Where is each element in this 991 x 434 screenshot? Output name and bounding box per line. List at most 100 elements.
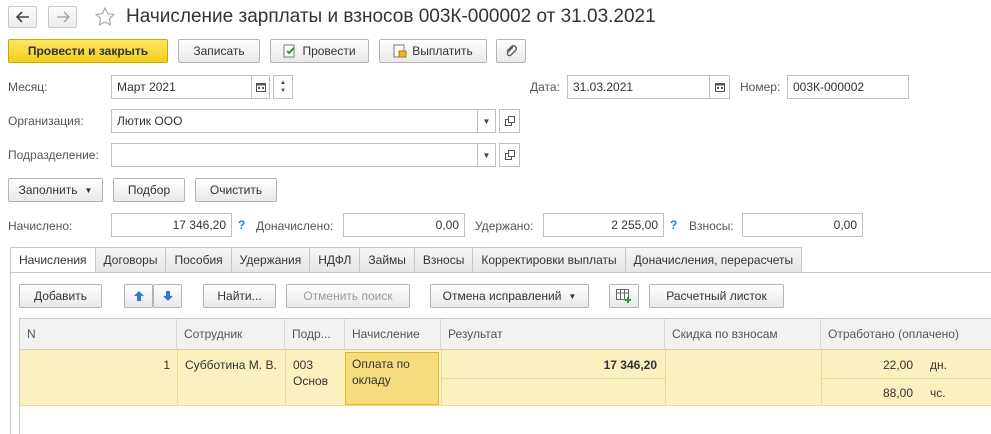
- date-calendar-button[interactable]: [709, 75, 730, 99]
- chevron-down-icon: ▼: [84, 185, 93, 195]
- chevron-down-icon: ▼: [568, 291, 577, 301]
- month-label: Месяц:: [8, 80, 48, 94]
- save-button[interactable]: Записать: [178, 39, 260, 63]
- cancel-search-button[interactable]: Отменить поиск: [286, 284, 410, 308]
- add-row-button[interactable]: Добавить: [19, 284, 102, 308]
- stepper-down-icon[interactable]: ▼: [280, 87, 286, 95]
- clear-button[interactable]: Очистить: [195, 178, 277, 202]
- cell-n[interactable]: 1: [20, 357, 170, 373]
- arrow-left-icon: [15, 11, 29, 23]
- pay-button-label: Выплатить: [412, 44, 473, 58]
- month-field[interactable]: Март 2021: [111, 75, 252, 99]
- payslip-button[interactable]: Расчетный листок: [649, 284, 784, 308]
- withheld-field[interactable]: 2 255,00: [543, 213, 664, 237]
- additional-label: Доначислено:: [256, 219, 334, 233]
- cell-days-unit: дн.: [930, 358, 947, 372]
- accrued-help-icon[interactable]: ?: [238, 218, 245, 232]
- column-header-department[interactable]: Подр...: [285, 319, 345, 350]
- row-divider: [821, 378, 991, 379]
- column-header-worked[interactable]: Отработано (оплачено): [821, 319, 991, 350]
- table-edit-icon: [616, 289, 631, 303]
- organization-label: Организация:: [8, 114, 84, 128]
- arrow-up-icon: [133, 291, 144, 301]
- calendar-icon: [255, 83, 266, 92]
- cell-result[interactable]: 17 346,20: [441, 357, 657, 373]
- accrued-field[interactable]: 17 346,20: [111, 213, 232, 237]
- open-window-icon: [504, 150, 515, 160]
- post-button[interactable]: Провести: [270, 39, 369, 63]
- move-down-button[interactable]: [153, 284, 182, 308]
- tab-contracts[interactable]: Договоры: [95, 247, 167, 273]
- select-button[interactable]: Подбор: [113, 178, 185, 202]
- chevron-down-icon: ▼: [482, 150, 491, 160]
- page-title: Начисление зарплаты и взносов 003К-00000…: [126, 6, 656, 27]
- column-header-discount[interactable]: Скидка по взносам: [665, 319, 821, 350]
- forward-button[interactable]: [48, 6, 77, 28]
- arrow-right-icon: [56, 11, 70, 23]
- post-and-close-button[interactable]: Провести и закрыть: [8, 39, 168, 63]
- date-label: Дата:: [530, 80, 560, 94]
- tab-loans[interactable]: Займы: [360, 247, 415, 273]
- withheld-label: Удержано:: [475, 219, 534, 233]
- panel-border: [10, 272, 11, 434]
- arrow-down-icon: [162, 291, 173, 301]
- find-button[interactable]: Найти...: [203, 284, 276, 308]
- tab-contributions[interactable]: Взносы: [414, 247, 474, 273]
- organization-open-button[interactable]: [499, 109, 520, 133]
- move-up-button[interactable]: [124, 284, 153, 308]
- column-header-n[interactable]: N: [20, 319, 177, 350]
- pay-document-icon: [393, 44, 407, 58]
- cell-accrual-selected[interactable]: Оплата по окладу: [345, 352, 439, 405]
- contributions-field[interactable]: 0,00: [742, 213, 863, 237]
- column-divider: [177, 350, 178, 406]
- attach-button[interactable]: [496, 39, 526, 63]
- organization-dropdown-button[interactable]: ▼: [477, 109, 496, 133]
- accruals-table: N Сотрудник Подр... Начисление Результат…: [19, 318, 991, 434]
- tab-recalculations[interactable]: Доначисления, перерасчеты: [625, 247, 803, 273]
- tab-payment-corrections[interactable]: Корректировки выплаты: [473, 247, 626, 273]
- number-field[interactable]: 003К-000002: [787, 75, 909, 99]
- cell-hours[interactable]: 88,00: [821, 385, 913, 401]
- tab-ndfl[interactable]: НДФЛ: [310, 247, 361, 273]
- open-window-icon: [504, 116, 515, 126]
- stepper-up-icon[interactable]: ▲: [280, 79, 286, 87]
- favorite-star-icon[interactable]: [94, 6, 116, 31]
- additional-field[interactable]: 0,00: [343, 213, 465, 237]
- tab-deductions[interactable]: Удержания: [231, 247, 311, 273]
- chevron-down-icon: ▼: [482, 116, 491, 126]
- tab-accruals[interactable]: Начисления: [10, 247, 96, 273]
- column-header-result[interactable]: Результат: [441, 319, 665, 350]
- cancel-corrections-label: Отмена исправлений: [442, 289, 562, 303]
- tab-benefits[interactable]: Пособия: [166, 247, 232, 273]
- department-dropdown-button[interactable]: ▼: [477, 143, 496, 167]
- fill-button[interactable]: Заполнить ▼: [8, 178, 103, 202]
- cancel-corrections-button[interactable]: Отмена исправлений ▼: [430, 284, 589, 308]
- post-button-label: Провести: [302, 44, 356, 58]
- cell-employee[interactable]: Субботина М. В.: [185, 357, 277, 373]
- column-header-accrual[interactable]: Начисление: [345, 319, 441, 350]
- cell-days[interactable]: 22,00: [821, 357, 913, 373]
- department-field[interactable]: [111, 143, 478, 167]
- fill-button-label: Заполнить: [18, 183, 78, 197]
- tab-bar: Начисления Договоры Пособия Удержания НД…: [10, 247, 803, 273]
- month-stepper[interactable]: ▲ ▼: [273, 75, 293, 99]
- number-label: Номер:: [740, 80, 781, 94]
- organization-field[interactable]: Лютик ООО: [111, 109, 478, 133]
- date-field[interactable]: 31.03.2021: [567, 75, 710, 99]
- column-header-employee[interactable]: Сотрудник: [177, 319, 285, 350]
- cell-department[interactable]: 003 Основ: [293, 357, 343, 389]
- withheld-help-icon[interactable]: ?: [670, 218, 677, 232]
- post-document-icon: [283, 44, 296, 58]
- row-divider: [441, 378, 665, 379]
- back-button[interactable]: [8, 6, 37, 28]
- table-settings-button[interactable]: [609, 284, 639, 308]
- paperclip-icon: [506, 45, 517, 57]
- pay-button[interactable]: Выплатить: [379, 39, 487, 63]
- cell-hours-unit: чс.: [930, 386, 946, 400]
- tab-divider: [10, 272, 991, 273]
- month-calendar-button[interactable]: [251, 75, 270, 99]
- column-divider: [285, 350, 286, 406]
- contributions-label: Взносы:: [689, 219, 734, 233]
- department-open-button[interactable]: [499, 143, 520, 167]
- department-label: Подразделение:: [8, 148, 99, 162]
